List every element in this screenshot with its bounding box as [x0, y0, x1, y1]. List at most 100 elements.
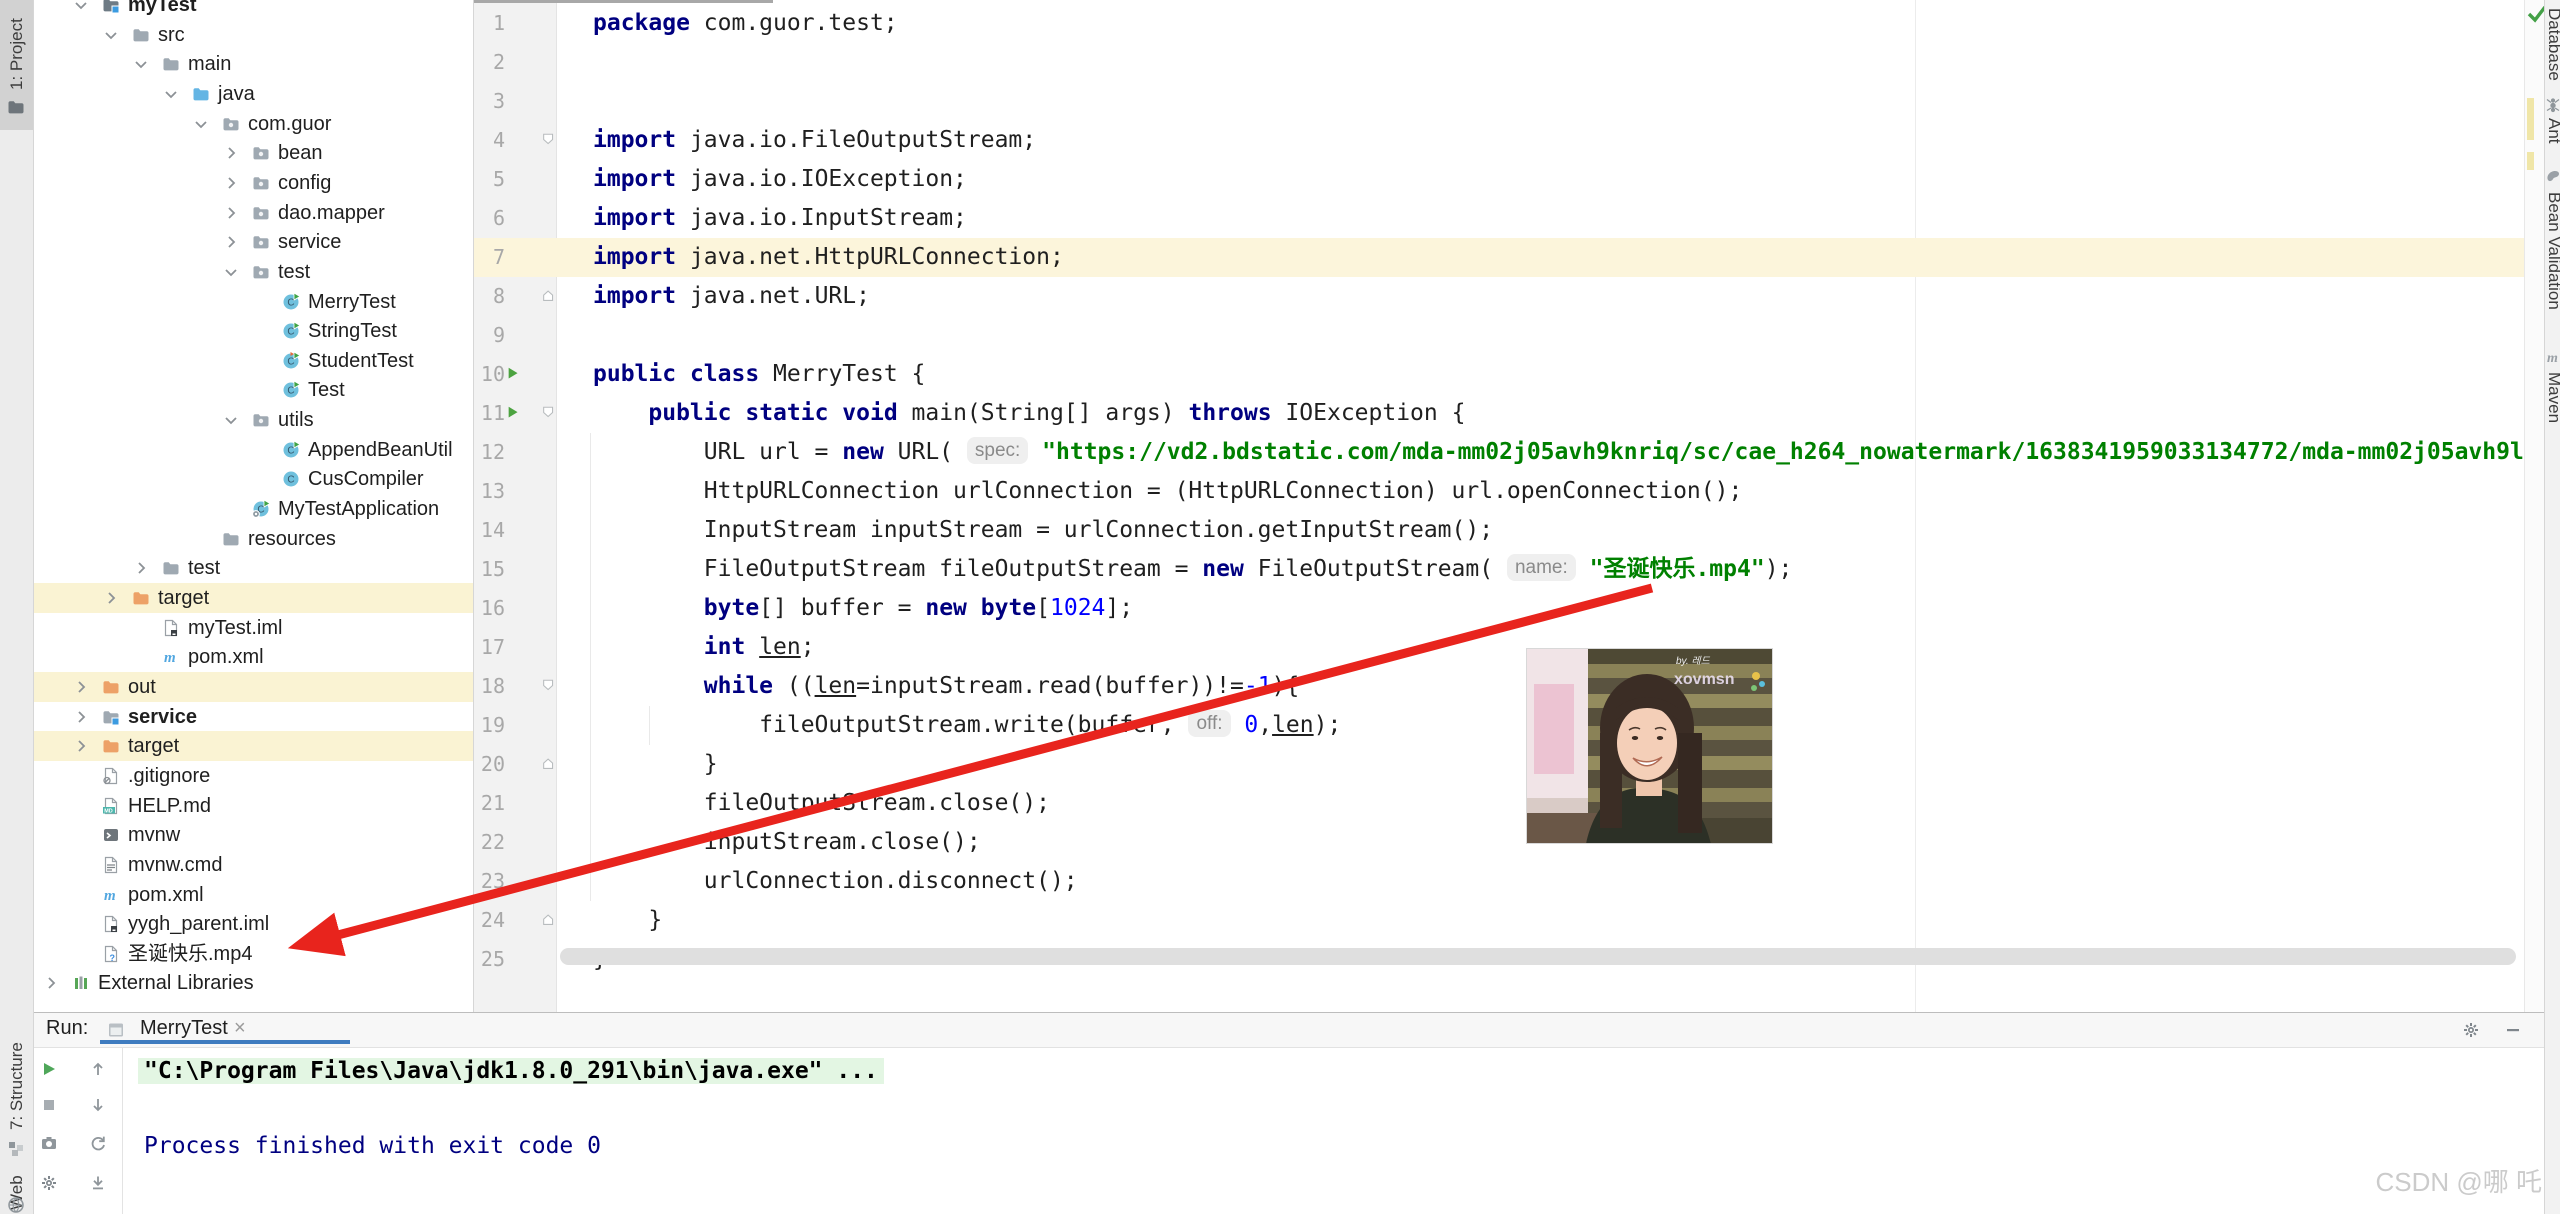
code-line[interactable]: 1package com.guor.test; — [473, 4, 2524, 43]
code-line[interactable]: 15 FileOutputStream fileOutputStream = n… — [473, 550, 2524, 589]
tree-row[interactable]: CStringTest — [33, 316, 473, 346]
expanded-chevron-icon[interactable] — [222, 411, 240, 429]
editor-horizontal-scrollbar[interactable] — [560, 948, 2516, 965]
tree-row[interactable]: src — [33, 20, 473, 50]
code-line[interactable]: 24 } — [473, 901, 2524, 940]
code-line[interactable]: 5import java.io.IOException; — [473, 160, 2524, 199]
tree-row[interactable]: bean — [33, 138, 473, 168]
tree-row[interactable]: test — [33, 257, 473, 287]
tree-row[interactable]: service — [33, 227, 473, 257]
expanded-chevron-icon[interactable] — [132, 55, 150, 73]
fold-marker-icon[interactable] — [541, 132, 557, 148]
code-line[interactable]: 12 URL url = new URL( spec: "https://vd2… — [473, 433, 2524, 472]
code-line[interactable]: 10public class MerryTest { — [473, 355, 2524, 394]
camera-icon[interactable] — [40, 1134, 58, 1152]
restore-layout-icon[interactable] — [89, 1134, 107, 1152]
scroll-end-icon[interactable] — [89, 1174, 107, 1192]
editor-error-stripe[interactable] — [2524, 0, 2545, 1012]
tree-row[interactable]: test — [33, 553, 473, 583]
code-line[interactable]: 22 inputStream.close(); — [473, 823, 2524, 862]
code-line[interactable]: 6import java.io.InputStream; — [473, 199, 2524, 238]
tree-row[interactable]: yygh_parent.iml — [33, 909, 473, 939]
toolwindow-button-ant[interactable]: Ant — [2544, 118, 2560, 144]
rerun-icon[interactable] — [40, 1060, 58, 1078]
run-tab-label[interactable]: MerryTest — [140, 1017, 228, 1040]
expanded-chevron-icon[interactable] — [162, 85, 180, 103]
collapsed-chevron-icon[interactable] — [42, 974, 60, 992]
collapsed-chevron-icon[interactable] — [72, 737, 90, 755]
tree-row[interactable]: config — [33, 168, 473, 198]
collapsed-chevron-icon[interactable] — [222, 204, 240, 222]
code-line[interactable]: 8import java.net.URL; — [473, 277, 2524, 316]
fold-marker-icon[interactable] — [541, 288, 557, 304]
tree-row[interactable]: CTest — [33, 375, 473, 405]
collapsed-chevron-icon[interactable] — [102, 589, 120, 607]
toolwindow-button-maven[interactable]: Maven — [2544, 372, 2560, 423]
code-line[interactable]: 9 — [473, 316, 2524, 355]
code-line[interactable]: 7import java.net.HttpURLConnection; — [473, 238, 2524, 277]
tree-row[interactable]: main — [33, 49, 473, 79]
tree-row[interactable]: target — [33, 731, 473, 761]
code-line[interactable]: 21 fileOutputStream.close(); — [473, 784, 2524, 823]
tree-row[interactable]: resources — [33, 524, 473, 554]
fold-marker-icon[interactable] — [541, 912, 557, 928]
collapsed-chevron-icon[interactable] — [222, 233, 240, 251]
run-gutter-icon[interactable] — [506, 366, 522, 382]
tree-row[interactable]: External Libraries — [33, 968, 473, 998]
tree-row[interactable]: .gitignore — [33, 761, 473, 791]
tree-row[interactable]: myTest.iml — [33, 613, 473, 643]
warning-stripe-mark[interactable] — [2527, 152, 2534, 170]
tree-row[interactable]: CMyTestApplication — [33, 494, 473, 524]
tree-row[interactable]: CAppendBeanUtil — [33, 435, 473, 465]
tree-row[interactable]: ?圣诞快乐.mp4 — [33, 939, 473, 969]
warning-stripe-mark[interactable] — [2527, 98, 2534, 140]
up-icon[interactable] — [89, 1060, 107, 1078]
tree-row[interactable]: CMerryTest — [33, 287, 473, 317]
tree-row[interactable]: java — [33, 79, 473, 109]
tree-row[interactable]: service — [33, 702, 473, 732]
expanded-chevron-icon[interactable] — [222, 263, 240, 281]
tab-close-icon[interactable]: × — [234, 1017, 246, 1040]
code-line[interactable]: 13 HttpURLConnection urlConnection = (Ht… — [473, 472, 2524, 511]
tree-row[interactable]: mvnw.cmd — [33, 850, 473, 880]
tree-row[interactable]: mpom.xml — [33, 642, 473, 672]
fold-marker-icon[interactable] — [541, 405, 557, 421]
code-line[interactable]: 3 — [473, 82, 2524, 121]
expanded-chevron-icon[interactable] — [72, 0, 90, 14]
tree-row[interactable]: dao.mapper — [33, 198, 473, 228]
collapsed-chevron-icon[interactable] — [72, 678, 90, 696]
down-icon[interactable] — [89, 1096, 107, 1114]
code-line[interactable]: 23 urlConnection.disconnect(); — [473, 862, 2524, 901]
toolwindow-button-bean-validation[interactable]: Bean Validation — [2544, 192, 2560, 310]
tree-row[interactable]: utils — [33, 405, 473, 435]
code-line[interactable]: 17 int len; — [473, 628, 2524, 667]
globe-icon[interactable] — [7, 1196, 25, 1214]
tree-row[interactable]: myTest — [33, 0, 473, 20]
code-line[interactable]: 4import java.io.FileOutputStream; — [473, 121, 2524, 160]
stop-icon[interactable] — [40, 1096, 58, 1114]
code-editor[interactable]: 1package com.guor.test;234import java.io… — [473, 0, 2524, 1012]
tree-row[interactable]: target — [33, 583, 473, 613]
tree-row[interactable]: MDHELP.md — [33, 791, 473, 821]
console-minimize-icon[interactable] — [2504, 1021, 2522, 1039]
expanded-chevron-icon[interactable] — [192, 115, 210, 133]
console-command-line[interactable]: "C:\Program Files\Java\jdk1.8.0_291\bin\… — [138, 1058, 884, 1084]
tree-row[interactable]: mpom.xml — [33, 880, 473, 910]
code-line[interactable]: 18 while ((len=inputStream.read(buffer))… — [473, 667, 2524, 706]
collapsed-chevron-icon[interactable] — [132, 559, 150, 577]
run-gutter-icon[interactable] — [506, 405, 522, 421]
code-line[interactable]: 14 InputStream inputStream = urlConnecti… — [473, 511, 2524, 550]
structure-toolwindow-label[interactable]: 7: Structure — [7, 980, 27, 1130]
console-settings-icon[interactable] — [2462, 1021, 2480, 1039]
tree-row[interactable]: CStudentTest — [33, 346, 473, 376]
collapsed-chevron-icon[interactable] — [222, 174, 240, 192]
settings-icon[interactable] — [40, 1174, 58, 1192]
tree-row[interactable]: com.guor — [33, 109, 473, 139]
fold-marker-icon[interactable] — [541, 756, 557, 772]
code-line[interactable]: 19 fileOutputStream.write(buffer, off: 0… — [473, 706, 2524, 745]
tree-row[interactable]: CCusCompiler — [33, 464, 473, 494]
code-line[interactable]: 2 — [473, 43, 2524, 82]
code-line[interactable]: 20 } — [473, 745, 2524, 784]
toolwindow-button-database[interactable]: Database — [2544, 8, 2560, 81]
collapsed-chevron-icon[interactable] — [222, 144, 240, 162]
